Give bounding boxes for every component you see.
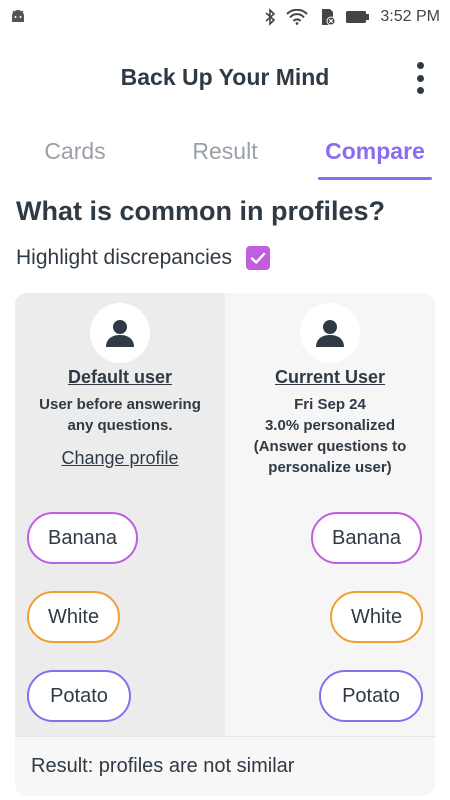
app-bar: Back Up Your Mind (0, 34, 450, 120)
wifi-icon (286, 9, 309, 25)
tab-result[interactable]: Result (150, 130, 300, 180)
change-profile-link[interactable]: Change profile (15, 448, 225, 469)
chip-white-right[interactable]: White (330, 591, 423, 643)
person-icon (316, 320, 344, 347)
status-bar: 3:52 PM (0, 0, 450, 34)
default-user-description: User before answering any questions. (23, 394, 217, 436)
description-line: 3.0% personalized (264, 417, 396, 434)
result-text: Result: profiles are not similar (15, 736, 435, 796)
chip-potato-left[interactable]: Potato (27, 670, 131, 722)
app-title: Back Up Your Mind (120, 63, 330, 90)
compare-panel: Default user User before answering any q… (15, 293, 435, 796)
check-icon (250, 252, 266, 264)
tab-compare[interactable]: Compare (300, 130, 450, 180)
bluetooth-icon (264, 8, 276, 26)
current-user-column: Current User Fri Sep 24 3.0% personalize… (225, 293, 435, 736)
more-vert-icon[interactable] (408, 60, 432, 96)
chip-potato-right[interactable]: Potato (319, 670, 423, 722)
tab-cards[interactable]: Cards (0, 130, 150, 180)
description-line: personalize user) (268, 459, 392, 476)
highlight-discrepancies-label: Highlight discrepancies (16, 246, 232, 269)
description-line: any questions. (67, 417, 173, 434)
section-title: What is common in profiles? (16, 196, 386, 226)
highlight-discrepancies-checkbox[interactable] (245, 246, 270, 270)
description-line: Fri Sep 24 (294, 396, 366, 413)
tab-bar: Cards Result Compare (0, 130, 450, 180)
highlight-discrepancies-row: Highlight discrepancies (16, 246, 270, 270)
default-user-name[interactable]: Default user (15, 367, 225, 388)
status-time: 3:52 PM (380, 8, 440, 25)
default-user-column: Default user User before answering any q… (15, 293, 225, 736)
description-line: (Answer questions to (253, 438, 407, 455)
android-icon (10, 10, 26, 24)
person-icon (106, 320, 134, 347)
current-user-name[interactable]: Current User (225, 367, 435, 388)
description-line: User before answering (39, 396, 201, 413)
battery-icon (346, 10, 370, 24)
chip-banana-left[interactable]: Banana (27, 512, 138, 564)
current-user-description: Fri Sep 24 3.0% personalized (Answer que… (233, 394, 427, 478)
avatar (90, 303, 150, 363)
sd-card-icon (318, 8, 336, 26)
chip-banana-right[interactable]: Banana (311, 512, 422, 564)
chip-white-left[interactable]: White (27, 591, 120, 643)
avatar (300, 303, 360, 363)
